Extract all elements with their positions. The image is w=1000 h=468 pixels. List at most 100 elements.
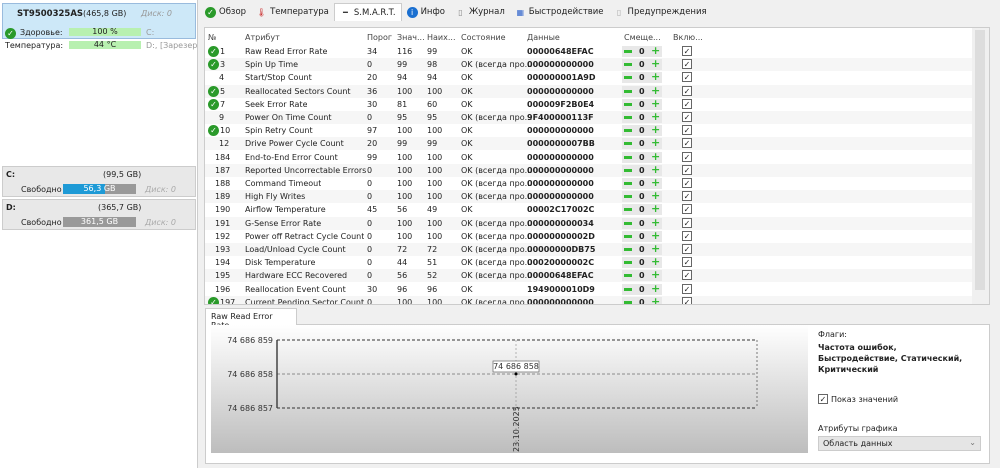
disk-card[interactable]: ST9500325AS (465,8 GB) Диск: 0 ✓ Здоровь…: [2, 3, 197, 50]
table-row[interactable]: ✓ 3 Spin Up Time 0 99 98 OK (всегда про... 0000…: [205, 58, 975, 72]
plus-icon[interactable]: +: [651, 257, 660, 268]
table-row[interactable]: ✓ 1 Raw Read Error Rate 34 116 99 OK 00000648EF…: [205, 45, 975, 58]
column-header[interactable]: Состояние: [461, 31, 506, 44]
plus-icon[interactable]: +: [651, 191, 660, 202]
plus-icon[interactable]: +: [651, 99, 660, 110]
table-row[interactable]: 192 Power off Retract Cycle Count 0 100 100 O…: [205, 230, 975, 243]
enabled-checkbox[interactable]: ✓: [682, 283, 692, 294]
offset-stepper[interactable]: 0 +: [622, 85, 662, 97]
plus-icon[interactable]: +: [651, 244, 660, 255]
tab-3[interactable]: i Инфо: [402, 3, 450, 21]
minus-icon[interactable]: [624, 300, 632, 304]
enabled-checkbox[interactable]: ✓: [682, 112, 692, 122]
column-header[interactable]: №: [208, 31, 216, 44]
plus-icon[interactable]: +: [651, 270, 660, 281]
offset-stepper[interactable]: 0 +: [622, 230, 662, 242]
minus-icon[interactable]: [624, 129, 632, 133]
drive-d[interactable]: D: (365,7 GB) Свободно 361,5 GB Диск: 0: [2, 199, 196, 230]
tab-2[interactable]: ━ S.M.A.R.T.: [333, 3, 402, 21]
enabled-checkbox[interactable]: ✓: [682, 217, 692, 228]
offset-stepper[interactable]: 0 +: [622, 98, 662, 110]
chart-tab[interactable]: Raw Read Error Rate: [205, 308, 297, 330]
minus-icon[interactable]: [624, 195, 632, 199]
enabled-checkbox[interactable]: ✓: [682, 72, 692, 83]
plus-icon[interactable]: +: [651, 46, 660, 57]
plus-icon[interactable]: +: [651, 297, 660, 304]
table-row[interactable]: ✓ 197 Current Pending Sector Count 0 100 100 O…: [205, 295, 975, 304]
offset-stepper[interactable]: 0 +: [622, 270, 662, 282]
offset-stepper[interactable]: 0 +: [622, 217, 662, 229]
offset-stepper[interactable]: 0 +: [622, 244, 662, 255]
graph-attr-select[interactable]: Область данных ⌄: [818, 436, 981, 451]
minus-icon[interactable]: [624, 287, 632, 291]
enabled-checkbox[interactable]: ✓: [682, 151, 692, 162]
column-header[interactable]: Наих...: [427, 31, 455, 44]
plus-icon[interactable]: +: [651, 59, 660, 70]
enabled-checkbox[interactable]: ✓: [682, 164, 692, 175]
column-header[interactable]: Вклю...: [673, 31, 703, 44]
table-row[interactable]: ✓ 10 Spin Retry Count 97 100 100 OK 00000000000…: [205, 124, 975, 137]
plus-icon[interactable]: +: [651, 152, 660, 163]
offset-stepper[interactable]: 0 +: [622, 178, 662, 189]
enabled-checkbox[interactable]: ✓: [682, 204, 692, 215]
plus-icon[interactable]: +: [651, 284, 660, 295]
plus-icon[interactable]: +: [651, 165, 660, 176]
minus-icon[interactable]: [624, 168, 632, 172]
table-row[interactable]: 190 Airflow Temperature 45 56 49 OK 00002C1700…: [205, 203, 975, 216]
minus-icon[interactable]: [624, 63, 632, 67]
enabled-checkbox[interactable]: ✓: [682, 244, 692, 254]
enabled-checkbox[interactable]: ✓: [682, 46, 692, 56]
minus-icon[interactable]: [624, 208, 632, 212]
table-row[interactable]: 191 G-Sense Error Rate 0 100 100 OK (всегда п…: [205, 216, 975, 230]
tab-1[interactable]: 🌡 Температура: [251, 3, 334, 21]
offset-stepper[interactable]: 0 +: [622, 204, 662, 216]
minus-icon[interactable]: [624, 248, 632, 251]
table-row[interactable]: 187 Reported Uncorrectable Errors 0 100 100 O…: [205, 163, 975, 177]
offset-stepper[interactable]: 0 +: [622, 138, 662, 150]
enabled-checkbox[interactable]: ✓: [682, 178, 692, 188]
offset-stepper[interactable]: 0 +: [622, 59, 662, 71]
tab-4[interactable]: ▯ Журнал: [450, 3, 510, 21]
offset-stepper[interactable]: 0 +: [622, 112, 662, 123]
table-row[interactable]: 9 Power On Time Count 0 95 95 OK (всегда про.…: [205, 111, 975, 124]
column-header[interactable]: Смеще...: [624, 31, 661, 44]
plus-icon[interactable]: +: [651, 178, 660, 189]
enabled-checkbox[interactable]: ✓: [682, 85, 692, 96]
minus-icon[interactable]: [624, 234, 632, 238]
table-row[interactable]: ✓ 7 Seek Error Rate 30 81 60 OK 000009F2B0E4 0 + ✓: [205, 98, 975, 111]
table-row[interactable]: 195 Hardware ECC Recovered 0 56 52 OK (всегда…: [205, 269, 975, 283]
table-row[interactable]: 189 High Fly Writes 0 100 100 OK (всегда про.…: [205, 190, 975, 204]
minus-icon[interactable]: [624, 76, 632, 80]
show-values-checkbox[interactable]: ✓ Показ значений: [818, 394, 990, 404]
enabled-checkbox[interactable]: ✓: [682, 230, 692, 241]
enabled-checkbox[interactable]: ✓: [682, 125, 692, 136]
tab-0[interactable]: ✓ Обзор: [200, 3, 251, 21]
offset-stepper[interactable]: 0 +: [622, 296, 662, 304]
minus-icon[interactable]: [624, 89, 632, 93]
enabled-checkbox[interactable]: ✓: [682, 98, 692, 109]
enabled-checkbox[interactable]: ✓: [682, 257, 692, 268]
scrollbar-thumb[interactable]: [975, 30, 985, 290]
offset-stepper[interactable]: 0 +: [622, 283, 662, 295]
offset-stepper[interactable]: 0 +: [622, 46, 662, 57]
minus-icon[interactable]: [624, 182, 632, 185]
offset-stepper[interactable]: 0 +: [622, 151, 662, 163]
offset-stepper[interactable]: 0 +: [622, 164, 662, 176]
column-header[interactable]: Данные: [527, 31, 560, 44]
table-row[interactable]: ✓ 5 Reallocated Sectors Count 36 100 100 OK 000…: [205, 84, 975, 98]
table-row[interactable]: 188 Command Timeout 0 100 100 OK (всегда про.…: [205, 177, 975, 190]
plus-icon[interactable]: +: [651, 112, 660, 123]
tab-5[interactable]: ▦ Быстродействие: [510, 3, 609, 21]
column-header[interactable]: Знач...: [397, 31, 425, 44]
offset-stepper[interactable]: 0 +: [622, 257, 662, 269]
table-row[interactable]: 196 Reallocation Event Count 30 96 96 OK 19490…: [205, 283, 975, 296]
minus-icon[interactable]: [624, 142, 632, 146]
offset-stepper[interactable]: 0 +: [622, 72, 662, 84]
enabled-checkbox[interactable]: ✓: [682, 138, 692, 149]
enabled-checkbox[interactable]: ✓: [682, 59, 692, 70]
plus-icon[interactable]: +: [651, 204, 660, 215]
drive-c[interactable]: C: (99,5 GB) Свободно 56,3 GB Диск: 0: [2, 166, 196, 197]
minus-icon[interactable]: [624, 116, 632, 119]
column-header[interactable]: Порог: [367, 31, 392, 44]
minus-icon[interactable]: [624, 155, 632, 159]
